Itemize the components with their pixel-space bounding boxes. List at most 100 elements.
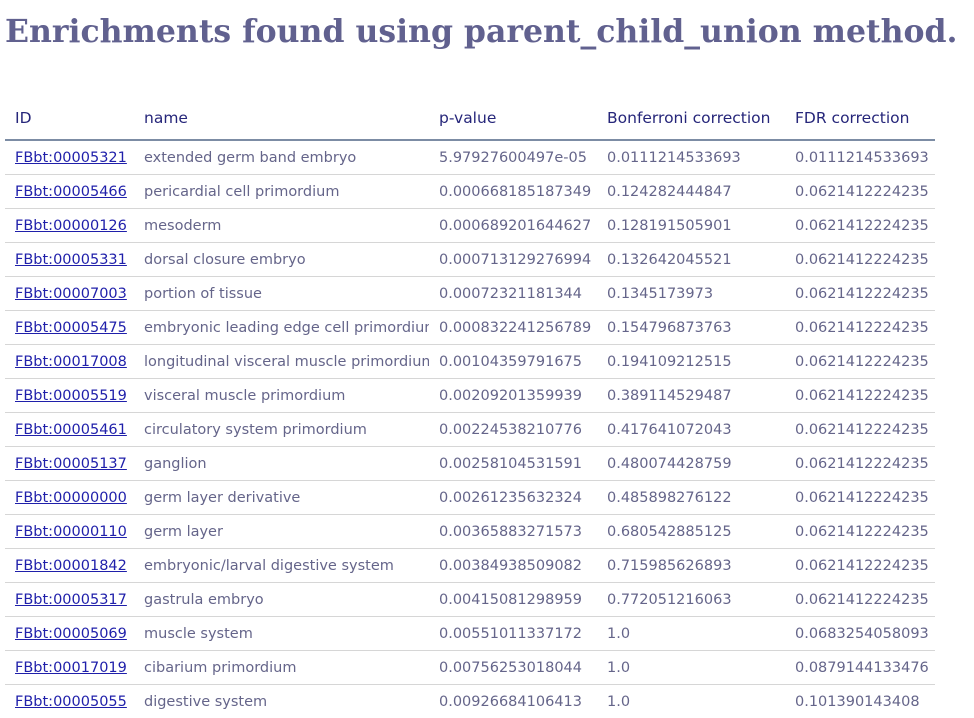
id-cell: FBbt:00007003 xyxy=(5,277,134,311)
table-row: FBbt:00005519visceral muscle primordium0… xyxy=(5,379,935,413)
bonferroni-cell: 0.194109212515 xyxy=(597,345,785,379)
bonferroni-cell: 1.0 xyxy=(597,617,785,651)
term-id-link[interactable]: FBbt:00017008 xyxy=(15,354,127,370)
term-id-link[interactable]: FBbt:00005321 xyxy=(15,150,127,166)
p-value-cell: 0.00926684106413 xyxy=(429,685,597,718)
term-id-link[interactable]: FBbt:00005475 xyxy=(15,320,127,336)
table-row: FBbt:00017019cibarium primordium0.007562… xyxy=(5,651,935,685)
id-cell: FBbt:00000000 xyxy=(5,481,134,515)
table-row: FBbt:00005331dorsal closure embryo0.0007… xyxy=(5,243,935,277)
table-body: FBbt:00005321 extended germ band embryo5.… xyxy=(5,140,935,718)
term-name-cell: extended germ band embryo xyxy=(134,140,429,175)
term-id-link[interactable]: FBbt:00000110 xyxy=(15,524,127,540)
p-value-cell: 0.00104359791675 xyxy=(429,345,597,379)
id-cell: FBbt:00005466 xyxy=(5,175,134,209)
id-cell: FBbt:00005331 xyxy=(5,243,134,277)
bonferroni-cell: 1.0 xyxy=(597,685,785,718)
term-id-link[interactable]: FBbt:00007003 xyxy=(15,286,127,302)
fdr-cell: 0.101390143408 xyxy=(785,685,935,718)
id-cell: FBbt:00000126 xyxy=(5,209,134,243)
column-header-fdr[interactable]: FDR correction xyxy=(785,97,935,140)
term-id-link[interactable]: FBbt:00005331 xyxy=(15,252,127,268)
bonferroni-cell: 0.389114529487 xyxy=(597,379,785,413)
table-row: FBbt:00005321 extended germ band embryo5.… xyxy=(5,140,935,175)
table-row: FBbt:00005461 circulatory system primordi… xyxy=(5,413,935,447)
fdr-cell: 0.0621412224235 xyxy=(785,175,935,209)
term-id-link[interactable]: FBbt:00000126 xyxy=(15,218,127,234)
term-name-cell: digestive system xyxy=(134,685,429,718)
fdr-cell: 0.0111214533693 xyxy=(785,140,935,175)
bonferroni-cell: 1.0 xyxy=(597,651,785,685)
bonferroni-cell: 0.0111214533693 xyxy=(597,140,785,175)
column-header-id[interactable]: ID xyxy=(5,97,134,140)
column-header-name[interactable]: name xyxy=(134,97,429,140)
term-id-link[interactable]: FBbt:00005519 xyxy=(15,388,127,404)
enrichment-table: ID name p-value Bonferroni correction FD… xyxy=(5,97,935,718)
p-value-cell: 0.00258104531591 xyxy=(429,447,597,481)
fdr-cell: 0.0621412224235 xyxy=(785,243,935,277)
fdr-cell: 0.0683254058093 xyxy=(785,617,935,651)
table-row: FBbt:00005466pericardial cell primordium… xyxy=(5,175,935,209)
bonferroni-cell: 0.772051216063 xyxy=(597,583,785,617)
bonferroni-cell: 0.124282444847 xyxy=(597,175,785,209)
id-cell: FBbt:00005055 xyxy=(5,685,134,718)
p-value-cell: 5.97927600497e-05 xyxy=(429,140,597,175)
term-id-link[interactable]: FBbt:00005461 xyxy=(15,422,127,438)
table-row: FBbt:00007003portion of tissue0.00072321… xyxy=(5,277,935,311)
bonferroni-cell: 0.480074428759 xyxy=(597,447,785,481)
p-value-cell: 0.00415081298959 xyxy=(429,583,597,617)
term-name-cell: gastrula embryo xyxy=(134,583,429,617)
term-id-link[interactable]: FBbt:00000000 xyxy=(15,490,127,506)
term-id-link[interactable]: FBbt:00001842 xyxy=(15,558,127,574)
table-row: FBbt:00000126mesoderm0.0006892016446270.… xyxy=(5,209,935,243)
table-row: FBbt:00001842 embryonic/larval digestive … xyxy=(5,549,935,583)
header-row: ID name p-value Bonferroni correction FD… xyxy=(5,97,935,140)
term-name-cell: ganglion xyxy=(134,447,429,481)
p-value-cell: 0.00224538210776 xyxy=(429,413,597,447)
p-value-cell: 0.00384938509082 xyxy=(429,549,597,583)
column-header-p-value[interactable]: p-value xyxy=(429,97,597,140)
term-id-link[interactable]: FBbt:00005466 xyxy=(15,184,127,200)
p-value-cell: 0.000713129276994 xyxy=(429,243,597,277)
id-cell: FBbt:00005519 xyxy=(5,379,134,413)
fdr-cell: 0.0621412224235 xyxy=(785,583,935,617)
term-id-link[interactable]: FBbt:00005055 xyxy=(15,694,127,710)
table-row: FBbt:00000110germ layer0.003658832715730… xyxy=(5,515,935,549)
term-name-cell: embryonic leading edge cell primordium xyxy=(134,311,429,345)
term-name-cell: embryonic/larval digestive system xyxy=(134,549,429,583)
p-value-cell: 0.00756253018044 xyxy=(429,651,597,685)
term-name-cell: germ layer derivative xyxy=(134,481,429,515)
fdr-cell: 0.0621412224235 xyxy=(785,311,935,345)
term-id-link[interactable]: FBbt:00005317 xyxy=(15,592,127,608)
table-row: FBbt:00005475 embryonic leading edge cell… xyxy=(5,311,935,345)
id-cell: FBbt:00017008 xyxy=(5,345,134,379)
fdr-cell: 0.0621412224235 xyxy=(785,379,935,413)
p-value-cell: 0.000832241256789 xyxy=(429,311,597,345)
fdr-cell: 0.0621412224235 xyxy=(785,447,935,481)
fdr-cell: 0.0621412224235 xyxy=(785,515,935,549)
term-name-cell: muscle system xyxy=(134,617,429,651)
bonferroni-cell: 0.154796873763 xyxy=(597,311,785,345)
fdr-cell: 0.0621412224235 xyxy=(785,209,935,243)
p-value-cell: 0.000668185187349 xyxy=(429,175,597,209)
column-header-bonferroni[interactable]: Bonferroni correction xyxy=(597,97,785,140)
page-title: Enrichments found using parent_child_uni… xyxy=(5,10,957,54)
term-id-link[interactable]: FBbt:00005069 xyxy=(15,626,127,642)
table-row: FBbt:00005055 digestive system0.009266841… xyxy=(5,685,935,718)
term-name-cell: germ layer xyxy=(134,515,429,549)
term-name-cell: circulatory system primordium xyxy=(134,413,429,447)
id-cell: FBbt:00001842 xyxy=(5,549,134,583)
fdr-cell: 0.0621412224235 xyxy=(785,481,935,515)
term-id-link[interactable]: FBbt:00017019 xyxy=(15,660,127,676)
id-cell: FBbt:00005317 xyxy=(5,583,134,617)
fdr-cell: 0.0621412224235 xyxy=(785,277,935,311)
fdr-cell: 0.0621412224235 xyxy=(785,413,935,447)
p-value-cell: 0.00551011337172 xyxy=(429,617,597,651)
p-value-cell: 0.00261235632324 xyxy=(429,481,597,515)
bonferroni-cell: 0.128191505901 xyxy=(597,209,785,243)
id-cell: FBbt:00005461 xyxy=(5,413,134,447)
bonferroni-cell: 0.680542885125 xyxy=(597,515,785,549)
term-id-link[interactable]: FBbt:00005137 xyxy=(15,456,127,472)
id-cell: FBbt:00017019 xyxy=(5,651,134,685)
term-name-cell: portion of tissue xyxy=(134,277,429,311)
